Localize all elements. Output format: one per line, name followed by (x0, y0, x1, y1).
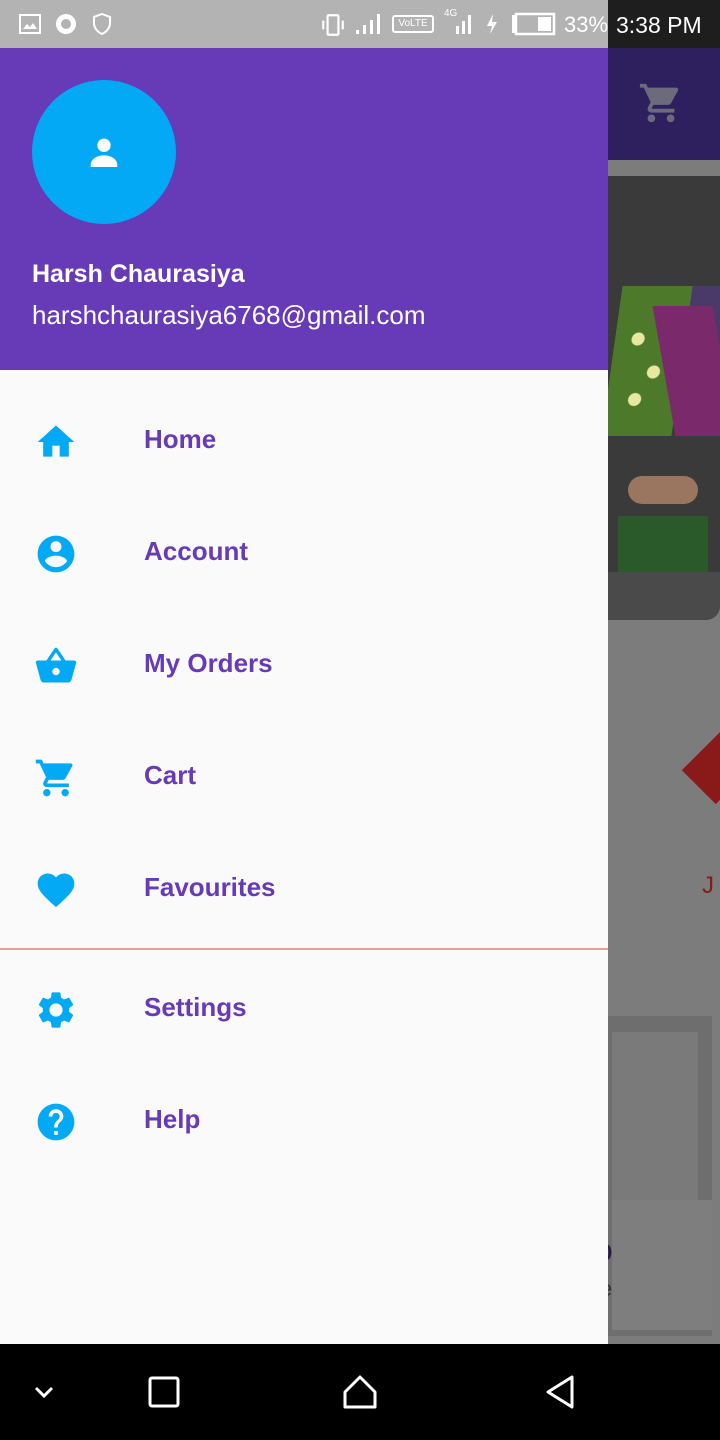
gear-icon (38, 992, 74, 1028)
background-product-info (612, 1200, 712, 1330)
vibrate-icon (322, 14, 344, 36)
signal-4g-icon (456, 15, 471, 34)
drawer-item-my-orders[interactable]: My Orders (0, 610, 608, 722)
home-icon (37, 425, 75, 457)
drawer-item-label: My Orders (144, 648, 273, 678)
heart-icon (37, 873, 75, 908)
back-button[interactable] (540, 1372, 580, 1412)
drawer-header: Harsh Chaurasiya harshchaurasiya6768@gma… (0, 48, 608, 370)
cart-icon[interactable] (638, 80, 684, 126)
shield-icon (93, 12, 111, 36)
drawer-item-label: Cart (144, 760, 197, 790)
battery-percent: 33% (564, 12, 609, 37)
drawer-item-account[interactable]: Account (0, 498, 608, 610)
drawer-item-label: Settings (144, 992, 247, 1022)
status-bar: VoLTE 4G 33% 3:38 PM (0, 0, 720, 48)
drawer-item-help[interactable]: Help (0, 1066, 608, 1178)
drawer-item-label: Favourites (144, 872, 276, 902)
avatar[interactable] (32, 80, 176, 224)
system-nav-bar (0, 1344, 720, 1440)
drawer-item-favourites[interactable]: Favourites (0, 834, 608, 946)
navigation-drawer: Harsh Chaurasiya harshchaurasiya6768@gma… (0, 48, 608, 1344)
user-name: Harsh Chaurasiya (32, 260, 245, 288)
record-icon (56, 14, 76, 34)
battery-icon (512, 12, 556, 36)
background-product-image (612, 1032, 698, 1200)
drawer-item-home[interactable]: Home (0, 386, 608, 498)
help-icon (37, 1103, 75, 1141)
volte-badge: VoLTE (392, 15, 434, 33)
drawer-item-label: Account (144, 536, 248, 566)
signal-icon (356, 14, 380, 34)
user-email: harshchaurasiya6768@gmail.com (32, 300, 426, 330)
chevron-down-icon[interactable] (24, 1372, 64, 1412)
person-icon (90, 138, 118, 167)
account-circle-icon (37, 535, 75, 573)
drawer-item-cart[interactable]: Cart (0, 722, 608, 834)
charging-icon (487, 14, 497, 34)
drawer-item-settings[interactable]: Settings (0, 954, 608, 1066)
drawer-item-label: Home (144, 424, 217, 454)
home-button[interactable] (340, 1372, 380, 1412)
cart-icon (35, 759, 73, 797)
background-brand-text: J (702, 872, 714, 899)
recents-button[interactable] (144, 1372, 184, 1412)
shopping-basket-icon (35, 647, 77, 683)
drawer-divider (0, 948, 608, 950)
background-banner-image (608, 176, 720, 620)
image-icon (19, 14, 41, 34)
drawer-item-label: Help (144, 1104, 201, 1134)
clock: 3:38 PM (616, 12, 702, 38)
